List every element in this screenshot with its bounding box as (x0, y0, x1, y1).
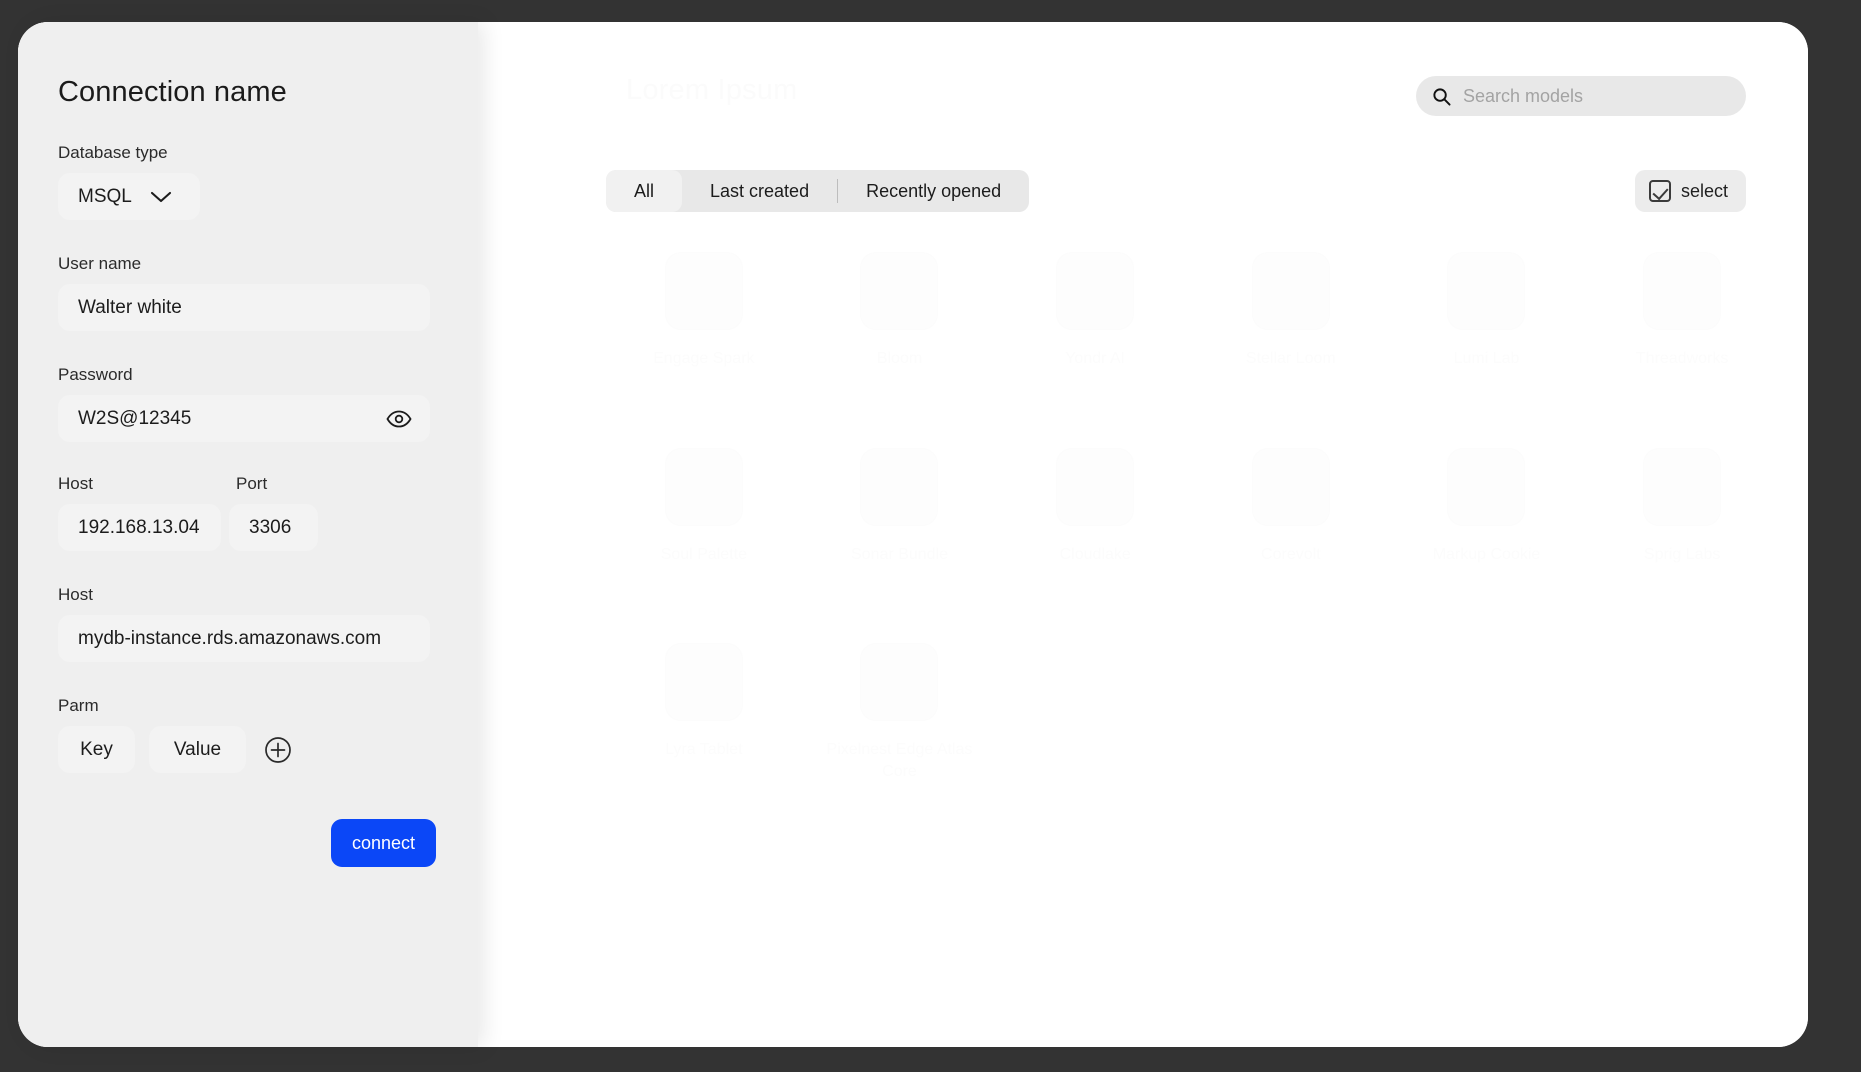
password-input[interactable]: W2S@12345 (58, 395, 430, 442)
model-thumbnail (664, 643, 743, 722)
parm-label: Parm (58, 696, 99, 715)
model-grid: Engage Spark Bloom Yondr AI Stellar Loom… (618, 252, 1768, 782)
parm-key-placeholder: Key (80, 738, 113, 760)
username-value: Walter white (78, 296, 182, 318)
filter-tabs: All Last created Recently opened (606, 170, 1030, 212)
connect-button[interactable]: connect (331, 819, 436, 867)
model-card[interactable]: Stellar Loom (1205, 252, 1377, 370)
model-thumbnail (1447, 252, 1526, 330)
username-input[interactable]: Walter white (58, 284, 430, 331)
host-value: 192.168.13.04 (78, 516, 200, 538)
model-card[interactable]: Bloom (814, 252, 986, 370)
checkbox-checked-icon (1648, 180, 1671, 202)
model-card[interactable]: Soul Palette (618, 447, 790, 566)
host-label: Host (58, 474, 93, 493)
model-card[interactable]: Sonar Bundle (814, 447, 986, 566)
database-type-select[interactable]: MSQL (58, 173, 200, 220)
model-thumbnail (1643, 447, 1722, 526)
host-endpoint-label: Host (58, 585, 93, 604)
eye-icon[interactable] (386, 410, 412, 427)
select-button-label: select (1680, 180, 1728, 201)
parm-value-input[interactable]: Value (149, 726, 246, 773)
host-input[interactable]: 192.168.13.04 (58, 504, 221, 551)
model-label: Markup Cookie (1432, 545, 1541, 563)
model-thumbnail (664, 252, 743, 330)
model-thumbnail (1251, 447, 1330, 526)
model-card[interactable]: Lumi Lab (1401, 252, 1573, 370)
model-label: Stellar Loom (1245, 350, 1336, 367)
model-label: Lyra Tablet (665, 741, 743, 759)
model-thumbnail (1056, 252, 1135, 330)
model-label: Pixelnest Edge Atlas Core (826, 741, 973, 780)
port-input[interactable]: 3306 (229, 504, 318, 551)
model-card[interactable]: Yondr AI (1009, 252, 1181, 370)
password-value: W2S@12345 (78, 407, 192, 429)
database-type-label: Database type (58, 143, 168, 162)
model-thumbnail (1447, 447, 1526, 526)
database-type-value: MSQL (78, 185, 132, 207)
tab-last-created[interactable]: Last created (682, 170, 837, 212)
model-label: Cloudlake (1059, 545, 1131, 563)
model-thumbnail (860, 643, 939, 722)
host-port-row: 192.168.13.04 3306 (58, 504, 436, 551)
host-endpoint-input[interactable]: mydb-instance.rds.amazonaws.com (58, 615, 430, 662)
model-card[interactable]: Threadworks (1596, 252, 1768, 370)
model-thumbnail (1251, 252, 1330, 330)
desktop-frame: Lorem Ipsum Search models All Last creat… (0, 0, 1861, 1072)
parm-key-input[interactable]: Key (58, 726, 135, 773)
parm-row: Key Value (58, 726, 436, 773)
model-card[interactable]: Sprig Labs (1596, 447, 1768, 566)
model-card[interactable]: Pixelnest Edge Atlas Core (814, 643, 986, 782)
model-thumbnail (1643, 252, 1722, 330)
model-label: Threadworks (1635, 350, 1729, 367)
model-card[interactable]: Markup Cookie (1401, 447, 1573, 566)
tab-recently-opened[interactable]: Recently opened (838, 170, 1029, 212)
search-input[interactable]: Search models (1463, 86, 1583, 107)
model-card[interactable]: Corevolt (1205, 447, 1377, 566)
search-icon (1432, 87, 1451, 106)
model-label: Corevolt (1261, 545, 1321, 563)
port-label: Port (236, 474, 268, 493)
model-thumbnail (664, 447, 743, 526)
model-card[interactable]: Lyra Tablet (618, 643, 790, 782)
model-label: Lumi Lab (1453, 350, 1520, 367)
password-label: Password (58, 365, 133, 384)
model-label: Engage Spark (653, 350, 755, 367)
model-label: Soul Palette (660, 545, 747, 563)
tab-all[interactable]: All (606, 170, 683, 212)
model-thumbnail (1056, 447, 1135, 526)
parm-value-placeholder: Value (173, 738, 222, 760)
chevron-down-icon (150, 190, 172, 203)
username-label: User name (58, 254, 142, 273)
model-thumbnail (860, 252, 939, 330)
model-label: Yondr AI (1065, 350, 1126, 367)
model-card[interactable]: Cloudlake (1009, 447, 1181, 566)
model-thumbnail (860, 447, 939, 526)
model-label: Bloom (876, 350, 923, 367)
host-endpoint-value: mydb-instance.rds.amazonaws.com (78, 627, 382, 649)
page-title: Lorem Ipsum (626, 74, 798, 106)
model-label: Sonar Bundle (851, 545, 948, 563)
model-card[interactable]: Engage Spark (618, 252, 790, 370)
panel-title: Connection name (58, 76, 287, 108)
model-label: Sprig Labs (1643, 545, 1721, 563)
search-models-bar[interactable]: Search models (1416, 76, 1746, 116)
host-port-labels: Host Port (58, 474, 436, 494)
select-button[interactable]: select (1634, 170, 1746, 212)
connection-panel: Connection name Database type MSQL User … (18, 22, 478, 1047)
port-value: 3306 (249, 516, 292, 538)
plus-circle-icon[interactable] (264, 736, 292, 764)
